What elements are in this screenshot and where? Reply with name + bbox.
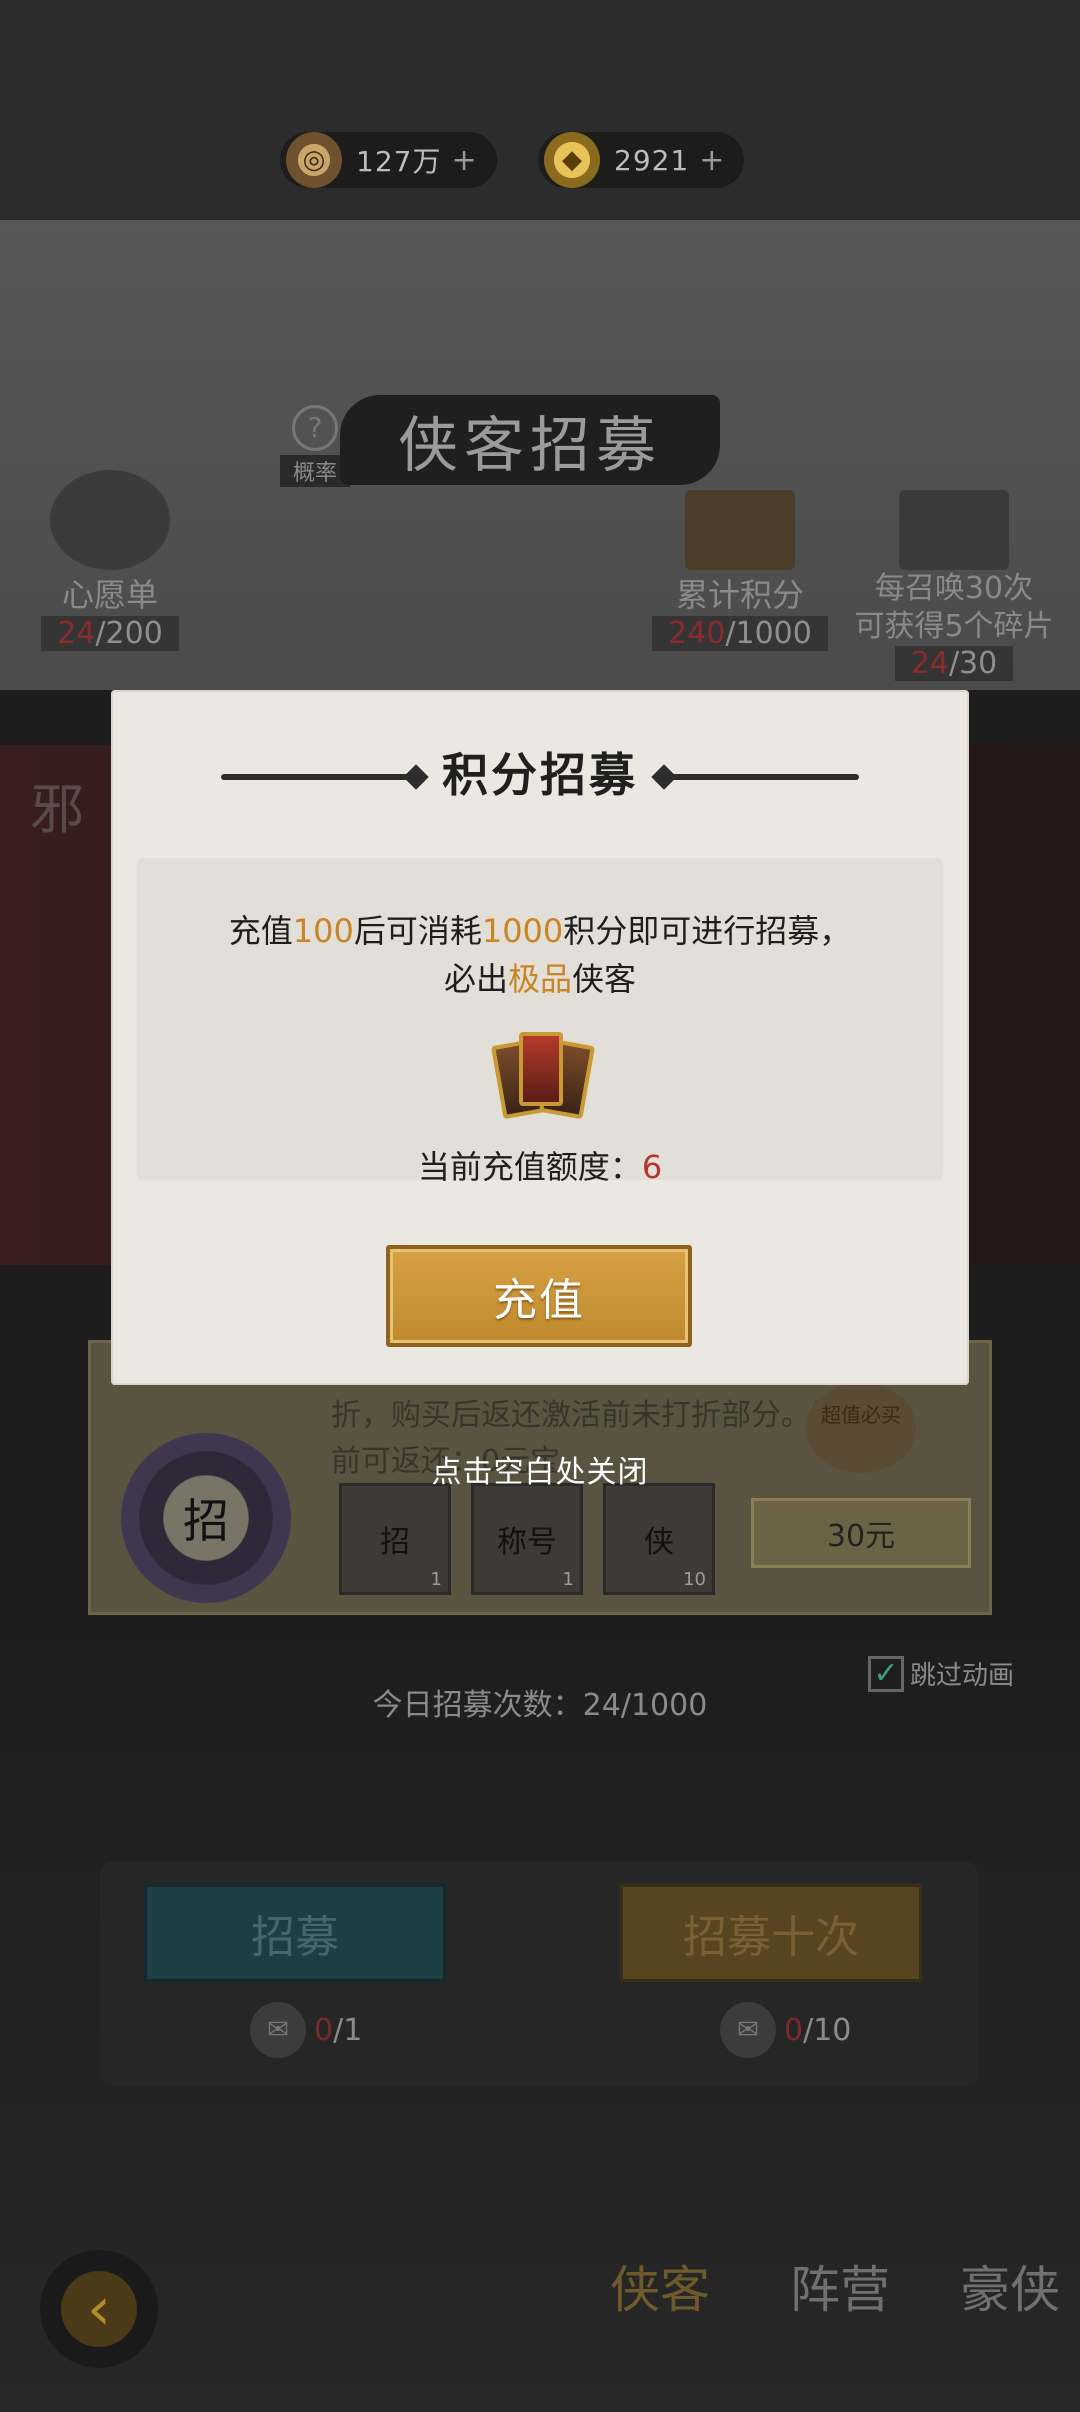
recharge-button[interactable]: 充值: [386, 1245, 692, 1347]
dialog-title-row: 积分招募: [111, 740, 969, 810]
credit-value: 6: [641, 1148, 663, 1186]
close-hint: 点击空白处关闭: [431, 1455, 649, 1490]
points-recruit-dialog: 积分招募 充值100后可消耗1000积分即可进行招募， 必出极品侠客 当前充值额…: [111, 690, 969, 1385]
dialog-content: 充值100后可消耗1000积分即可进行招募， 必出极品侠客 当前充值额度：6: [137, 858, 943, 1186]
hero-cards-icon: [490, 1030, 596, 1122]
description-line1: 充值100后可消耗1000积分即可进行招募，: [228, 912, 852, 950]
title-divider-right: [669, 774, 859, 780]
current-credit: 当前充值额度：6: [417, 1148, 663, 1186]
description-line2: 必出极品侠客: [443, 960, 637, 998]
